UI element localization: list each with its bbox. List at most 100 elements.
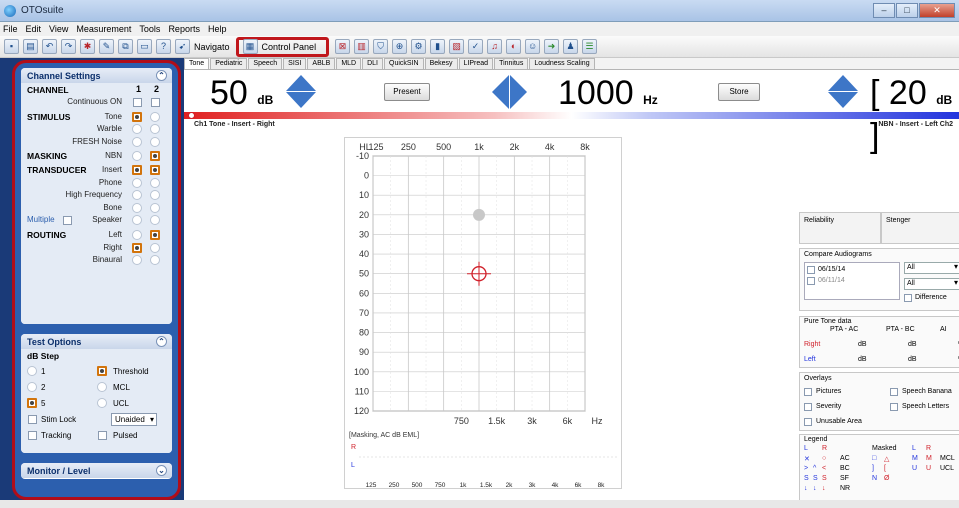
compare-filter-1-select[interactable]: All bbox=[904, 262, 959, 274]
ear-icon[interactable]: ✱ bbox=[80, 39, 95, 54]
present-button[interactable]: Present bbox=[384, 83, 430, 101]
audiogram-date-list[interactable]: 06/15/14 06/11/14 bbox=[804, 262, 900, 300]
user-icon[interactable]: ♟ bbox=[563, 39, 579, 54]
columns-icon[interactable]: ▮ bbox=[430, 39, 446, 54]
stim-lock-checkbox[interactable] bbox=[28, 415, 37, 424]
unusable-area-checkbox[interactable] bbox=[804, 418, 812, 426]
high-frequency-ch2-radio[interactable] bbox=[150, 190, 160, 201]
audiogram-panel[interactable]: -10 0 10 20 30 40 50 60 70 80 90 100 110 120 125 250 500… bbox=[344, 137, 622, 489]
chart-icon[interactable]: ▥ bbox=[354, 39, 370, 54]
fresh-noise-ch2-radio[interactable] bbox=[150, 136, 160, 147]
speech-banana-checkbox[interactable] bbox=[890, 388, 898, 396]
pulsed-checkbox[interactable] bbox=[98, 431, 107, 440]
tab-mld[interactable]: MLD bbox=[336, 58, 362, 69]
left-ch2-radio[interactable] bbox=[150, 230, 160, 241]
tab-bekesy[interactable]: Bekesy bbox=[424, 58, 458, 69]
difference-checkbox[interactable] bbox=[904, 294, 912, 302]
undo-icon[interactable]: ↶ bbox=[42, 39, 57, 54]
close-icon[interactable]: ✕ bbox=[919, 3, 955, 18]
minimize-icon[interactable]: – bbox=[873, 3, 895, 18]
continuous-ch2-checkbox[interactable] bbox=[151, 98, 160, 108]
nbn-ch1-radio[interactable] bbox=[132, 150, 142, 161]
tab-pediatric[interactable]: Pediatric bbox=[210, 58, 248, 69]
export-icon[interactable]: ➜ bbox=[544, 39, 560, 54]
mcl-radio[interactable] bbox=[97, 382, 107, 392]
left-ch1-radio[interactable] bbox=[132, 230, 142, 241]
collapse-icon[interactable]: ⌃ bbox=[156, 70, 167, 81]
pictures-checkbox[interactable] bbox=[804, 388, 812, 396]
aided-select[interactable]: Unaided bbox=[111, 413, 157, 426]
threshold-radio[interactable] bbox=[97, 366, 107, 376]
menu-view[interactable]: View bbox=[49, 24, 68, 34]
menu-help[interactable]: Help bbox=[208, 24, 227, 34]
monitor-level-header[interactable]: Monitor / Level ⌄ bbox=[21, 463, 172, 478]
redo-icon[interactable]: ↷ bbox=[61, 39, 76, 54]
high-frequency-ch1-radio[interactable] bbox=[132, 190, 142, 201]
binaural-ch1-radio[interactable] bbox=[132, 255, 142, 266]
ch1-level-up-icon[interactable] bbox=[286, 75, 316, 91]
checklist-icon[interactable]: ✓ bbox=[468, 39, 484, 54]
continuous-ch1-checkbox[interactable] bbox=[133, 98, 142, 108]
ch2-level-down-icon[interactable] bbox=[828, 92, 858, 108]
tone-ch2-radio[interactable] bbox=[150, 111, 160, 122]
severity-checkbox[interactable] bbox=[804, 403, 812, 411]
tab-sisi[interactable]: SISI bbox=[283, 58, 307, 69]
tab-tinnitus[interactable]: Tinnitus bbox=[494, 58, 529, 69]
insert-ch2-radio[interactable] bbox=[150, 165, 160, 176]
ch1-level-down-icon[interactable] bbox=[286, 92, 316, 108]
phone-ch1-radio[interactable] bbox=[132, 177, 142, 188]
speaker-ch1-radio[interactable] bbox=[132, 214, 142, 225]
report-icon[interactable]: ▧ bbox=[449, 39, 465, 54]
nbn-ch2-radio[interactable] bbox=[150, 150, 160, 161]
menu-file[interactable]: File bbox=[3, 24, 18, 34]
control-panel-highlight[interactable]: ▦ Control Panel bbox=[235, 36, 330, 57]
navigator-icon[interactable]: ➹ bbox=[175, 39, 190, 54]
navigator-label[interactable]: Navigato bbox=[194, 42, 230, 52]
ch2-level-up-icon[interactable] bbox=[828, 75, 858, 91]
tab-ablb[interactable]: ABLB bbox=[307, 58, 336, 69]
binaural-ch2-radio[interactable] bbox=[150, 255, 160, 266]
step-2-radio[interactable] bbox=[27, 382, 37, 392]
tab-lipread[interactable]: LIPread bbox=[458, 58, 494, 69]
right-ch2-radio[interactable] bbox=[150, 242, 160, 253]
speaker-icon[interactable]: ◐ bbox=[506, 39, 522, 54]
monitor-icon[interactable]: ▭ bbox=[137, 39, 152, 54]
multiple-checkbox[interactable] bbox=[63, 215, 72, 225]
insert-ch1-radio[interactable] bbox=[132, 165, 142, 176]
audiogram-chart[interactable]: -10 0 10 20 30 40 50 60 70 80 90 100 110 120 125 250 500… bbox=[345, 138, 623, 490]
zoom-icon[interactable]: ⊕ bbox=[392, 39, 408, 54]
right-ch1-radio[interactable] bbox=[132, 242, 142, 253]
channel-settings-header[interactable]: Channel Settings ⌃ bbox=[21, 68, 172, 83]
fresh-noise-ch1-radio[interactable] bbox=[132, 136, 142, 147]
date2-checkbox[interactable] bbox=[807, 277, 815, 285]
tracking-checkbox[interactable] bbox=[28, 431, 37, 440]
store-button[interactable]: Store bbox=[718, 83, 760, 101]
frequency-up-icon[interactable] bbox=[510, 75, 527, 109]
tab-speech[interactable]: Speech bbox=[248, 58, 283, 69]
speaker-ch2-radio[interactable] bbox=[150, 214, 160, 225]
date1-checkbox[interactable] bbox=[807, 266, 815, 274]
bone-ch1-radio[interactable] bbox=[132, 202, 142, 213]
step-1-radio[interactable] bbox=[27, 366, 37, 376]
print-icon[interactable]: ▤ bbox=[23, 39, 38, 54]
frequency-down-icon[interactable] bbox=[492, 75, 509, 109]
bone-ch2-radio[interactable] bbox=[150, 202, 160, 213]
save-icon[interactable]: ▪ bbox=[4, 39, 19, 54]
step-5-radio[interactable] bbox=[27, 398, 37, 408]
shield-icon[interactable]: ⛉ bbox=[373, 39, 389, 54]
menu-measurement[interactable]: Measurement bbox=[76, 24, 131, 34]
phone-ch2-radio[interactable] bbox=[150, 177, 160, 188]
menu-reports[interactable]: Reports bbox=[168, 24, 200, 34]
tab-dli[interactable]: DLI bbox=[362, 58, 383, 69]
tab-loudness-scaling[interactable]: Loudness Scaling bbox=[529, 58, 595, 69]
test-options-header[interactable]: Test Options ⌃ bbox=[21, 334, 172, 349]
help-icon[interactable]: ? bbox=[156, 39, 171, 54]
menu-tools[interactable]: Tools bbox=[139, 24, 160, 34]
menu-edit[interactable]: Edit bbox=[26, 24, 42, 34]
copy-icon[interactable]: ⧉ bbox=[118, 39, 133, 54]
audiogram-icon[interactable]: ⊠ bbox=[335, 39, 351, 54]
compare-filter-2-select[interactable]: All bbox=[904, 278, 959, 290]
collapse-icon[interactable]: ⌃ bbox=[156, 336, 167, 347]
maximize-icon[interactable]: □ bbox=[896, 3, 918, 18]
tab-tone[interactable]: Tone bbox=[184, 58, 210, 69]
